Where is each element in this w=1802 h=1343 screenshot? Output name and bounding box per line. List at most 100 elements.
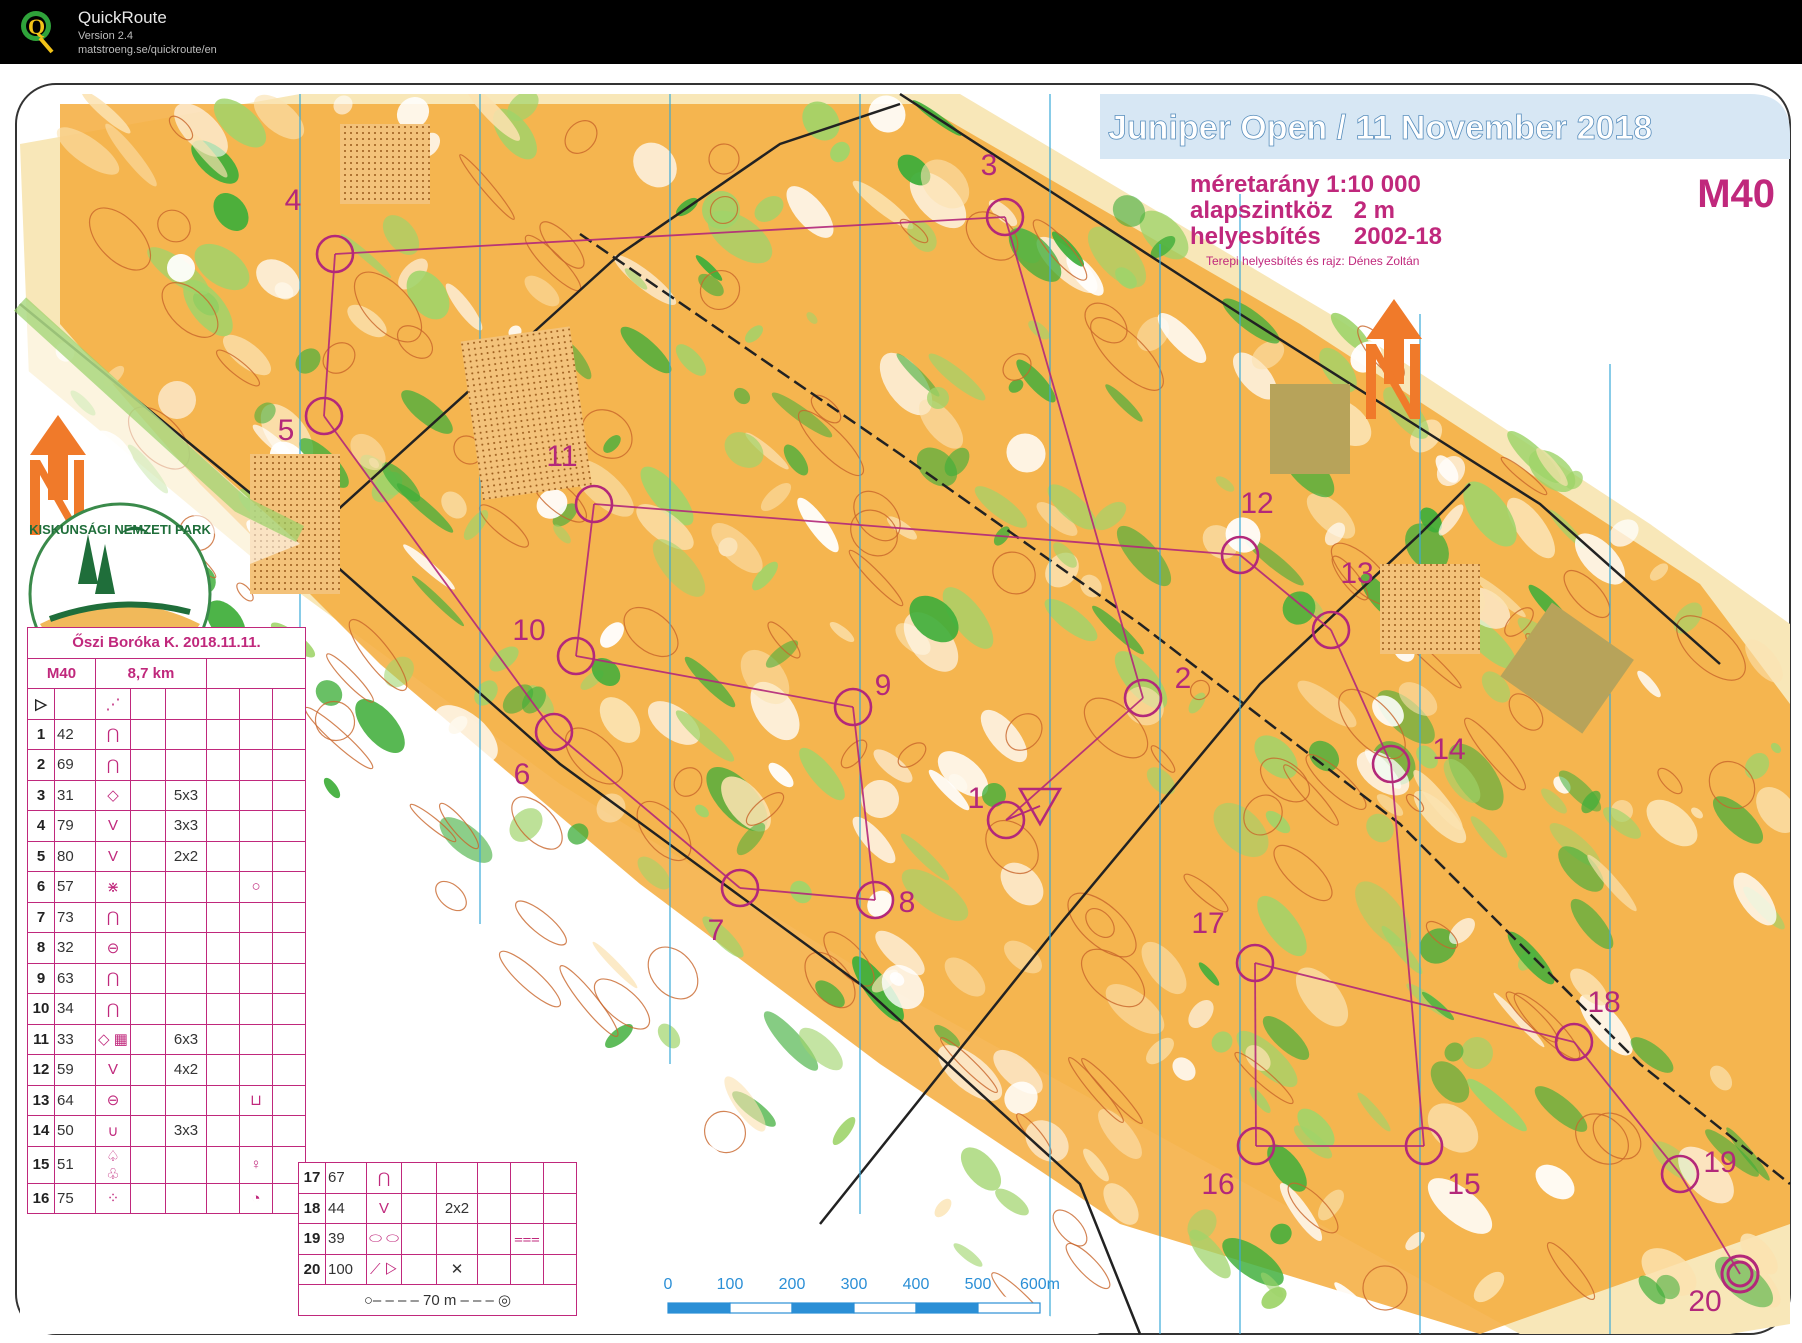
control-seq-number: 17 (298, 1162, 326, 1194)
location-cell (477, 1253, 511, 1285)
extra-symbol-icon (239, 901, 273, 933)
extra-symbol-icon: ○ (239, 871, 273, 903)
finish-distance: ○– – – – 70 m – – – ◎ (298, 1284, 577, 1316)
appearance-cell (130, 962, 166, 994)
description-row: 4 79 V 3x3 (27, 810, 306, 842)
other-cell (272, 871, 306, 903)
other-cell (272, 901, 306, 933)
extra-symbol-icon (239, 779, 273, 811)
map-canvas[interactable]: Juniper Open / 11 November 2018 méretará… (0, 64, 1802, 1343)
svg-text:Q: Q (28, 14, 45, 39)
other-cell (272, 718, 306, 750)
location-cell (206, 871, 240, 903)
location-cell (206, 1054, 240, 1086)
dotted-area (460, 326, 592, 501)
appearance-cell (130, 993, 166, 1025)
extra-symbol-icon (510, 1253, 544, 1285)
control-seq-number: 18 (298, 1192, 326, 1224)
description-row: 14 50 ∪ 3x3 (27, 1115, 306, 1147)
description-row: 10 34 ⋂ (27, 993, 306, 1025)
dimension-cell (165, 1145, 207, 1184)
app-title: QuickRoute (78, 8, 167, 27)
control-seq-number: 2 (27, 749, 55, 781)
dimension-cell: 3x3 (165, 810, 207, 842)
location-cell (206, 932, 240, 964)
description-row: 12 59 V 4x2 (27, 1054, 306, 1086)
control-code: 73 (54, 901, 96, 933)
control-seq-number: 6 (27, 871, 55, 903)
control-number-label: 5 (278, 414, 295, 447)
description-row: 8 32 ⊖ (27, 932, 306, 964)
extra-symbol-icon: ⩶ (510, 1223, 544, 1255)
feature-symbol-icon: ⋂ (95, 962, 131, 994)
control-number-label: 15 (1447, 1168, 1480, 1201)
description-row: 17 67 ⋂ (298, 1162, 577, 1194)
control-seq-number: 16 (27, 1182, 55, 1214)
extra-symbol-icon (239, 840, 273, 872)
description-length: 8,7 km (95, 657, 207, 689)
dimension-cell: 2x2 (165, 840, 207, 872)
dimension-cell (165, 749, 207, 781)
dotted-area (340, 124, 430, 204)
control-seq-number: 9 (27, 962, 55, 994)
control-number-label: 3 (981, 149, 998, 182)
description-row: 5 80 V 2x2 (27, 840, 306, 872)
extra-symbol-icon (239, 1023, 273, 1055)
extra-symbol-icon: ◔ (239, 1182, 273, 1214)
control-seq-number: 1 (27, 718, 55, 750)
appearance-cell (401, 1253, 437, 1285)
event-title: Juniper Open / 11 November 2018 (1108, 109, 1652, 147)
dimension-cell: 5x3 (165, 779, 207, 811)
other-cell (272, 749, 306, 781)
extra-symbol-icon (239, 993, 273, 1025)
control-number-label: 14 (1432, 733, 1465, 766)
other-cell (543, 1253, 577, 1285)
dimension-cell (165, 1084, 207, 1116)
scale-bar-label: 0 (664, 1276, 673, 1293)
appearance-cell (130, 1023, 166, 1055)
control-number-label: 9 (875, 669, 892, 702)
control-seq-number: 15 (27, 1145, 55, 1184)
other-cell (272, 1023, 306, 1055)
feature-symbol-icon: ⋂ (95, 749, 131, 781)
feature-symbol-icon: ⋂ (95, 901, 131, 933)
control-code: 59 (54, 1054, 96, 1086)
dotted-area (1380, 564, 1480, 654)
location-cell (206, 993, 240, 1025)
location-cell (206, 1084, 240, 1116)
control-seq-number: 14 (27, 1115, 55, 1147)
category-label: M40 (1697, 172, 1775, 216)
control-code: 39 (325, 1223, 367, 1255)
feature-symbol-icon: ⊖ (95, 1084, 131, 1116)
feature-symbol-icon: ⋂ (366, 1162, 402, 1194)
description-row: 1 42 ⋂ (27, 718, 306, 750)
control-number-label: 11 (546, 440, 577, 473)
control-number-label: 19 (1703, 1146, 1736, 1179)
control-seq-number: 4 (27, 810, 55, 842)
other-cell (272, 1115, 306, 1147)
scale-bar-label: 300 (841, 1276, 868, 1293)
park-name-text: KISKUNSÁGI NEMZETI PARK (29, 522, 211, 537)
appearance-cell (130, 1115, 166, 1147)
control-code: 31 (54, 779, 96, 811)
app-titlebar: Q QuickRoute Version 2.4 matstroeng.se/q… (0, 0, 1802, 64)
location-cell (206, 1115, 240, 1147)
app-version: Version 2.4 (78, 30, 134, 42)
feature-symbol-icon: V (95, 1054, 131, 1086)
appearance-cell (130, 840, 166, 872)
other-cell (272, 962, 306, 994)
dimension-cell (165, 1182, 207, 1214)
description-row: 19 39 ⬭ ⬭ ⩶ (298, 1223, 577, 1255)
other-cell (272, 993, 306, 1025)
feature-symbol-icon: V (95, 810, 131, 842)
feature-symbol-icon: ◇ ▦ (95, 1023, 131, 1055)
location-cell (206, 1182, 240, 1214)
dimension-cell: ✕ (436, 1253, 478, 1285)
feature-symbol-icon: V (366, 1192, 402, 1224)
control-seq-number: 13 (27, 1084, 55, 1116)
control-number-label: 4 (285, 184, 302, 217)
control-code: 51 (54, 1145, 96, 1184)
app-url-link[interactable]: matstroeng.se/quickroute/en (78, 44, 217, 56)
update-label: helyesbítés (1190, 223, 1321, 250)
contour-interval-label: alapszintköz (1190, 197, 1333, 224)
